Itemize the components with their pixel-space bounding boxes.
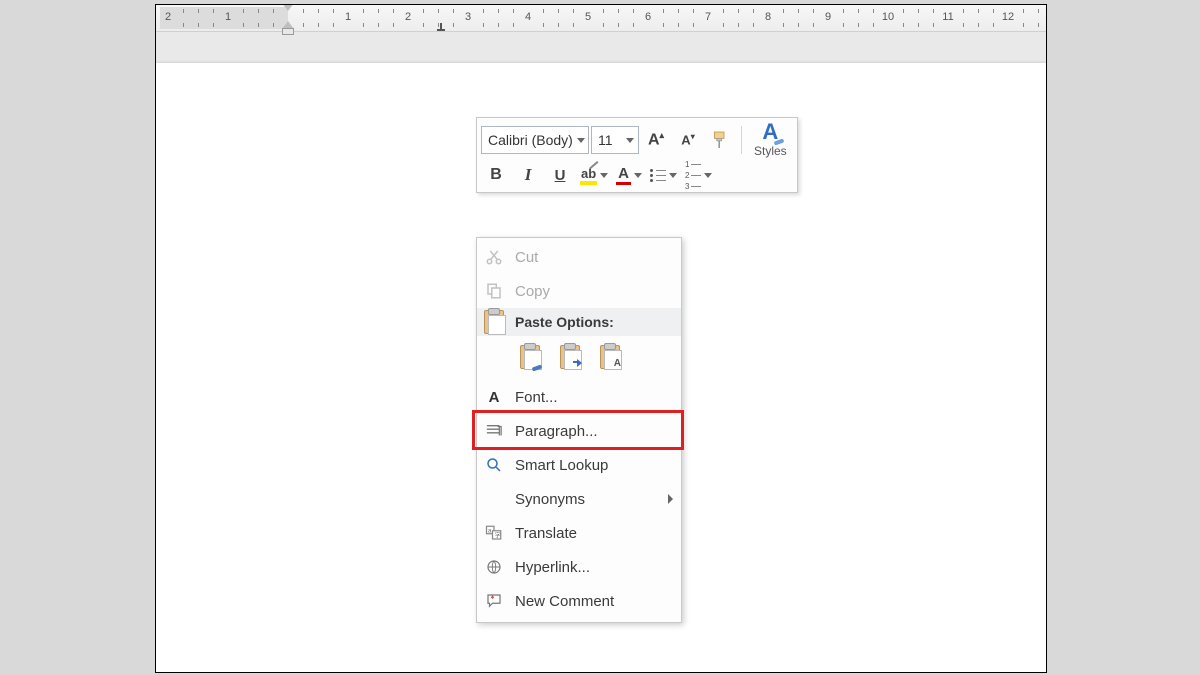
- format-painter-button[interactable]: [705, 127, 735, 153]
- menu-label: Copy: [515, 283, 550, 300]
- menu-label: New Comment: [515, 593, 614, 610]
- chevron-down-icon: [577, 138, 585, 143]
- menu-label: Translate: [515, 525, 577, 542]
- copy-icon: [483, 280, 505, 302]
- paste-text-only-button[interactable]: A: [595, 342, 625, 372]
- left-indent-marker[interactable]: [282, 21, 294, 35]
- menu-item-new-comment[interactable]: New Comment: [477, 584, 681, 618]
- translate-icon: a字: [483, 522, 505, 544]
- first-line-indent-marker[interactable]: [282, 4, 294, 11]
- font-color-button[interactable]: A: [613, 162, 645, 188]
- menu-item-hyperlink[interactable]: Hyperlink...: [477, 550, 681, 584]
- menu-label: Cut: [515, 249, 538, 266]
- bold-icon: B: [490, 166, 502, 184]
- tab-stop-marker[interactable]: [437, 23, 445, 31]
- highlight-color-button[interactable]: ab: [577, 162, 611, 188]
- context-menu: Cut Copy Paste Options: A A: [476, 237, 682, 623]
- paste-merge-button[interactable]: [555, 342, 585, 372]
- shrink-font-button[interactable]: A▾: [673, 127, 703, 153]
- menu-item-font[interactable]: A Font...: [477, 380, 681, 414]
- comment-icon: [483, 590, 505, 612]
- italic-icon: I: [525, 165, 532, 185]
- search-icon: [483, 454, 505, 476]
- font-family-value: Calibri (Body): [488, 132, 573, 148]
- styles-icon[interactable]: A: [762, 122, 778, 142]
- font-family-select[interactable]: Calibri (Body): [481, 126, 589, 154]
- numbering-icon: 1 2 3: [685, 160, 701, 191]
- horizontal-ruler[interactable]: 21123456789101112: [156, 5, 1046, 32]
- menu-label: Font...: [515, 389, 558, 406]
- chevron-down-icon: [704, 173, 712, 178]
- chevron-right-icon: [668, 494, 673, 504]
- format-painter-icon: [712, 131, 728, 149]
- paste-text-only-icon: A: [600, 345, 620, 369]
- word-editing-area: 21123456789101112 Calibri (Body) 11 A▴ A…: [155, 4, 1047, 673]
- chevron-down-icon: [626, 138, 634, 143]
- font-size-value: 11: [598, 132, 613, 148]
- bold-button[interactable]: B: [481, 162, 511, 188]
- scissors-icon: [483, 246, 505, 268]
- chevron-down-icon: [600, 173, 608, 178]
- paste-merge-icon: [560, 345, 580, 369]
- paste-options-header: Paste Options:: [477, 308, 681, 336]
- menu-item-synonyms[interactable]: Synonyms: [477, 482, 681, 516]
- grow-font-icon: A▴: [648, 130, 664, 149]
- separator: [741, 126, 742, 154]
- paste-keep-source-icon: [520, 345, 540, 369]
- menu-label: Smart Lookup: [515, 457, 608, 474]
- shrink-font-icon: A▾: [681, 132, 694, 147]
- menu-label: Paragraph...: [515, 423, 598, 440]
- menu-item-translate[interactable]: a字 Translate: [477, 516, 681, 550]
- underline-icon: U: [555, 167, 566, 184]
- italic-button[interactable]: I: [513, 162, 543, 188]
- paste-keep-source-button[interactable]: [515, 342, 545, 372]
- chevron-down-icon: [669, 173, 677, 178]
- menu-label: Synonyms: [515, 491, 585, 508]
- numbering-button[interactable]: 1 2 3: [682, 162, 715, 188]
- font-color-icon: A: [616, 165, 631, 185]
- clipboard-icon: [483, 311, 505, 333]
- font-icon: A: [483, 386, 505, 408]
- chevron-down-icon: [634, 173, 642, 178]
- menu-item-smart-lookup[interactable]: Smart Lookup: [477, 448, 681, 482]
- bullets-icon: [650, 169, 666, 182]
- underline-button[interactable]: U: [545, 162, 575, 188]
- menu-item-cut[interactable]: Cut: [477, 240, 681, 274]
- font-size-select[interactable]: 11: [591, 126, 639, 154]
- styles-label[interactable]: Styles: [754, 144, 787, 158]
- highlight-icon: ab: [580, 166, 597, 185]
- mini-toolbar: Calibri (Body) 11 A▴ A▾: [476, 117, 798, 193]
- menu-item-copy[interactable]: Copy: [477, 274, 681, 308]
- paragraph-icon: [483, 420, 505, 442]
- bullets-button[interactable]: [647, 162, 680, 188]
- blank-icon: [483, 488, 505, 510]
- globe-icon: [483, 556, 505, 578]
- menu-label: Paste Options:: [515, 314, 614, 330]
- paste-options-row: A: [477, 336, 681, 380]
- menu-item-paragraph[interactable]: Paragraph...: [477, 414, 681, 448]
- menu-label: Hyperlink...: [515, 559, 590, 576]
- grow-font-button[interactable]: A▴: [641, 127, 671, 153]
